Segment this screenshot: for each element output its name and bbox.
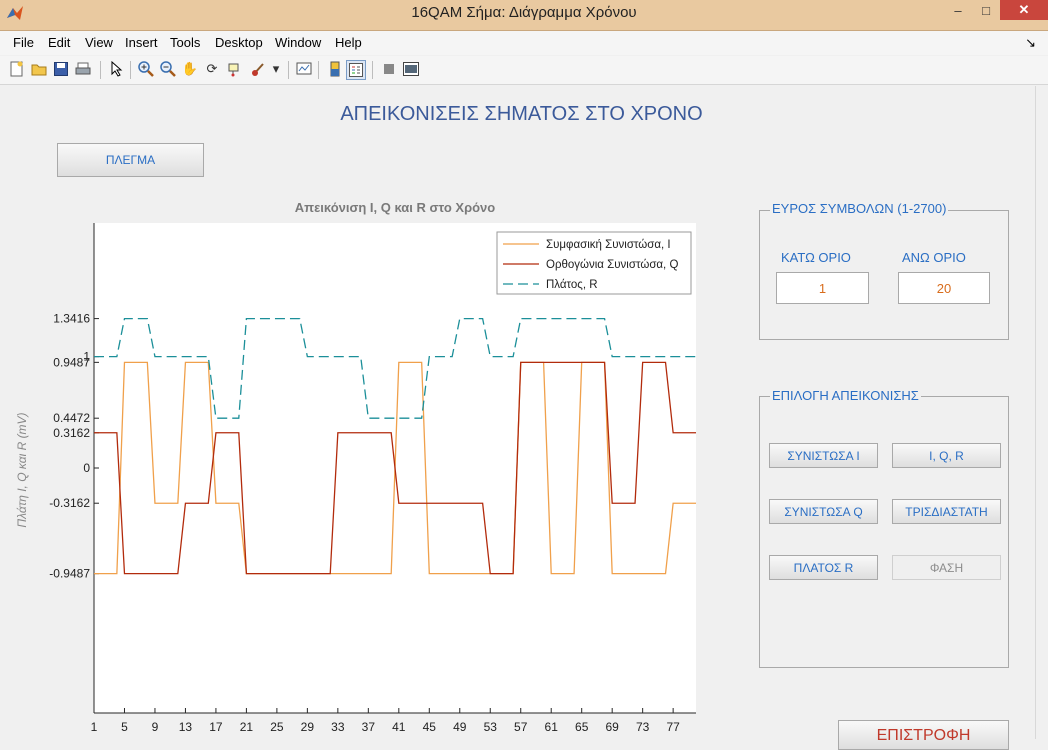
x-tick-label: 77	[666, 720, 680, 734]
x-tick-label: 41	[392, 720, 406, 734]
range-panel-title: ΕΥΡΟΣ ΣΥΜΒΟΛΩΝ (1-2700)	[770, 201, 949, 216]
x-tick-label: 73	[636, 720, 650, 734]
x-tick-label: 65	[575, 720, 589, 734]
x-tick-label: 9	[152, 720, 159, 734]
display-panel-title: ΕΠΙΛΟΓΗ ΑΠΕΙΚΟΝΙΣΗΣ	[770, 388, 921, 403]
x-tick-label: 1	[91, 720, 98, 734]
x-tick-label: 17	[209, 720, 223, 734]
x-tick-label: 13	[179, 720, 193, 734]
x-tick-label: 33	[331, 720, 345, 734]
component-i-button[interactable]: ΣΥΝΙΣΤΩΣΑ Ι	[769, 443, 878, 468]
x-tick-label: 61	[545, 720, 559, 734]
upper-limit-label: ΑΝΩ ΟΡΙΟ	[902, 250, 966, 265]
display-panel	[759, 396, 1009, 668]
y-tick-label: -0.3162	[49, 496, 90, 510]
lower-limit-label: ΚΑΤΩ ΟΡΙΟ	[781, 250, 851, 265]
three-d-button[interactable]: ΤΡΙΣΔΙΑΣΤΑΤΗ	[892, 499, 1001, 524]
component-q-button[interactable]: ΣΥΝΙΣΤΩΣΑ Q	[769, 499, 878, 524]
x-tick-label: 37	[362, 720, 376, 734]
x-tick-label: 25	[270, 720, 284, 734]
upper-limit-input[interactable]: 20	[898, 272, 990, 304]
x-tick-label: 49	[453, 720, 467, 734]
x-tick-label: 5	[121, 720, 128, 734]
amplitude-r-button[interactable]: ΠΛΑΤΟΣ R	[769, 555, 878, 580]
legend-entry: Ορθογώνια Συνιστώσα, Q	[546, 259, 678, 271]
y-tick-label: 0.4472	[53, 411, 90, 425]
y-tick-label: 0	[83, 461, 90, 475]
y-tick-label: -0.9487	[49, 567, 90, 581]
x-tick-label: 53	[484, 720, 498, 734]
legend-entry: Πλάτος, R	[546, 279, 598, 291]
phase-button[interactable]: ΦΑΣΗ	[892, 555, 1001, 580]
y-tick-label: 1.3416	[53, 312, 90, 326]
x-tick-label: 21	[240, 720, 254, 734]
legend-entry: Συμφασική Συνιστώσα, I	[546, 239, 671, 251]
return-button[interactable]: ΕΠΙΣΤΡΟΦΗ	[838, 720, 1009, 750]
x-tick-label: 45	[423, 720, 437, 734]
lower-limit-input[interactable]: 1	[776, 272, 869, 304]
y-tick-label: 0.3162	[53, 426, 90, 440]
iqr-button[interactable]: Ι, Q, R	[892, 443, 1001, 468]
x-tick-label: 57	[514, 720, 528, 734]
y-tick-label: 1	[83, 350, 90, 364]
x-tick-label: 29	[301, 720, 315, 734]
x-tick-label: 69	[605, 720, 619, 734]
